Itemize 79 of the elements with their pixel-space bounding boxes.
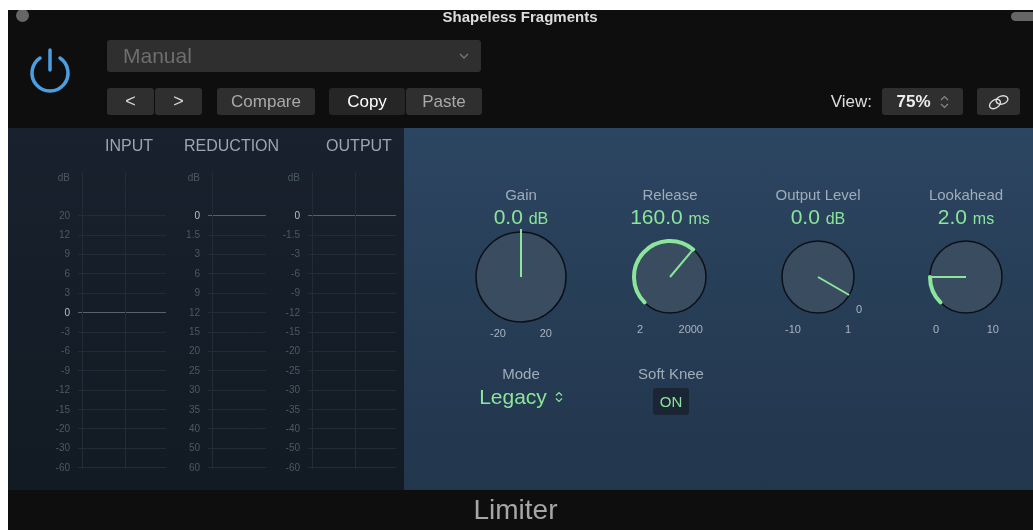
scale-label: -30 [284,384,300,397]
scale-label: 10 [986,323,999,335]
scale-label: -60 [284,461,300,474]
nav-button[interactable]: < [107,88,154,115]
chevron-down-icon [459,53,469,59]
scale-label: 1 [844,323,851,335]
mode-label: Mode [502,365,540,382]
view-label: View: [830,91,872,112]
scale-label: 60 [187,461,200,474]
knob-label: Lookahead [928,186,1004,203]
scale-label: 2 [637,323,644,335]
scale-label: 40 [187,423,200,435]
scale-label: 30 [187,384,200,397]
scale-label: -25 [284,364,300,377]
soft-knee-label: Soft Knee [638,365,704,382]
scale-label: -50 [284,442,300,455]
scale-label: 25 [187,364,200,377]
scale-label: 2000 [678,323,703,335]
scale-label: -10 [785,323,801,335]
scale-label: 6 [63,267,70,280]
scale-label: -12 [284,306,300,319]
stepper-icon [554,391,563,403]
scale-label: -12 [54,384,70,397]
window-pill[interactable] [1011,11,1033,21]
scale-label: 0 [933,323,940,335]
scale-label: -60 [54,461,70,474]
stepper-icon [939,94,949,109]
scale-label: 0 [293,209,300,222]
knob-value: 0.0 dB [790,205,846,229]
scale-label: 3 [63,287,70,300]
scale-label: 15 [187,326,200,339]
knob-label: Release [642,186,698,203]
scale-label: 35 [187,403,200,416]
scale-label: 0 [855,303,862,315]
scale-label: -20 [490,327,506,339]
plugin-name: Limiter [473,494,558,526]
scale-label: 12 [187,306,200,319]
scale-label: 0 [193,209,200,222]
scale-label: -3 [60,326,70,339]
unit-label: dB [286,172,300,184]
unit-label: dB [186,172,200,184]
scale-label: 6 [193,267,200,280]
scale-label: -20 [284,345,300,358]
scale-label: 12 [57,229,70,242]
scale-label: 20 [539,327,552,339]
mode-dropdown[interactable]: Legacy [479,385,563,409]
meter-title: INPUT [104,136,154,156]
soft-knee-toggle[interactable]: ON [652,388,690,415]
scale-label: -3 [290,248,300,261]
clipboard-button[interactable]: Copy [329,88,405,115]
scale-label: -30 [54,442,70,455]
window-dot[interactable] [16,10,29,22]
knob-label: Gain [505,186,537,203]
scale-label: -35 [284,403,300,416]
scale-label: -6 [290,267,300,280]
compare-button[interactable]: Compare [217,88,315,115]
knob-value: 2.0 ms [937,205,995,229]
scale-label: -1.5 [281,229,300,242]
knob-value: 160.0 ms [630,205,710,229]
scale-label: 50 [187,442,200,455]
scale-label: -15 [54,403,70,416]
link-icon [986,93,1011,110]
scale-label: -6 [60,345,70,358]
meter-title: OUTPUT [325,136,393,156]
scale-label: 20 [187,345,200,358]
knob-label: Output Level [775,186,861,203]
window-title: Shapeless Fragments [442,10,598,25]
knob-value: 0.0 dB [493,205,549,229]
nav-button[interactable]: > [155,88,202,115]
scale-label: 3 [193,248,200,261]
clipboard-button[interactable]: Paste [406,88,482,115]
view-dropdown[interactable]: 75% [882,88,963,115]
scale-label: -40 [284,423,300,435]
link-button[interactable] [977,88,1020,115]
scale-label: -15 [284,326,300,339]
scale-label: 1.5 [185,229,200,242]
unit-label: dB [56,172,70,184]
scale-label: -20 [54,423,70,435]
scale-label: 0 [63,306,70,319]
